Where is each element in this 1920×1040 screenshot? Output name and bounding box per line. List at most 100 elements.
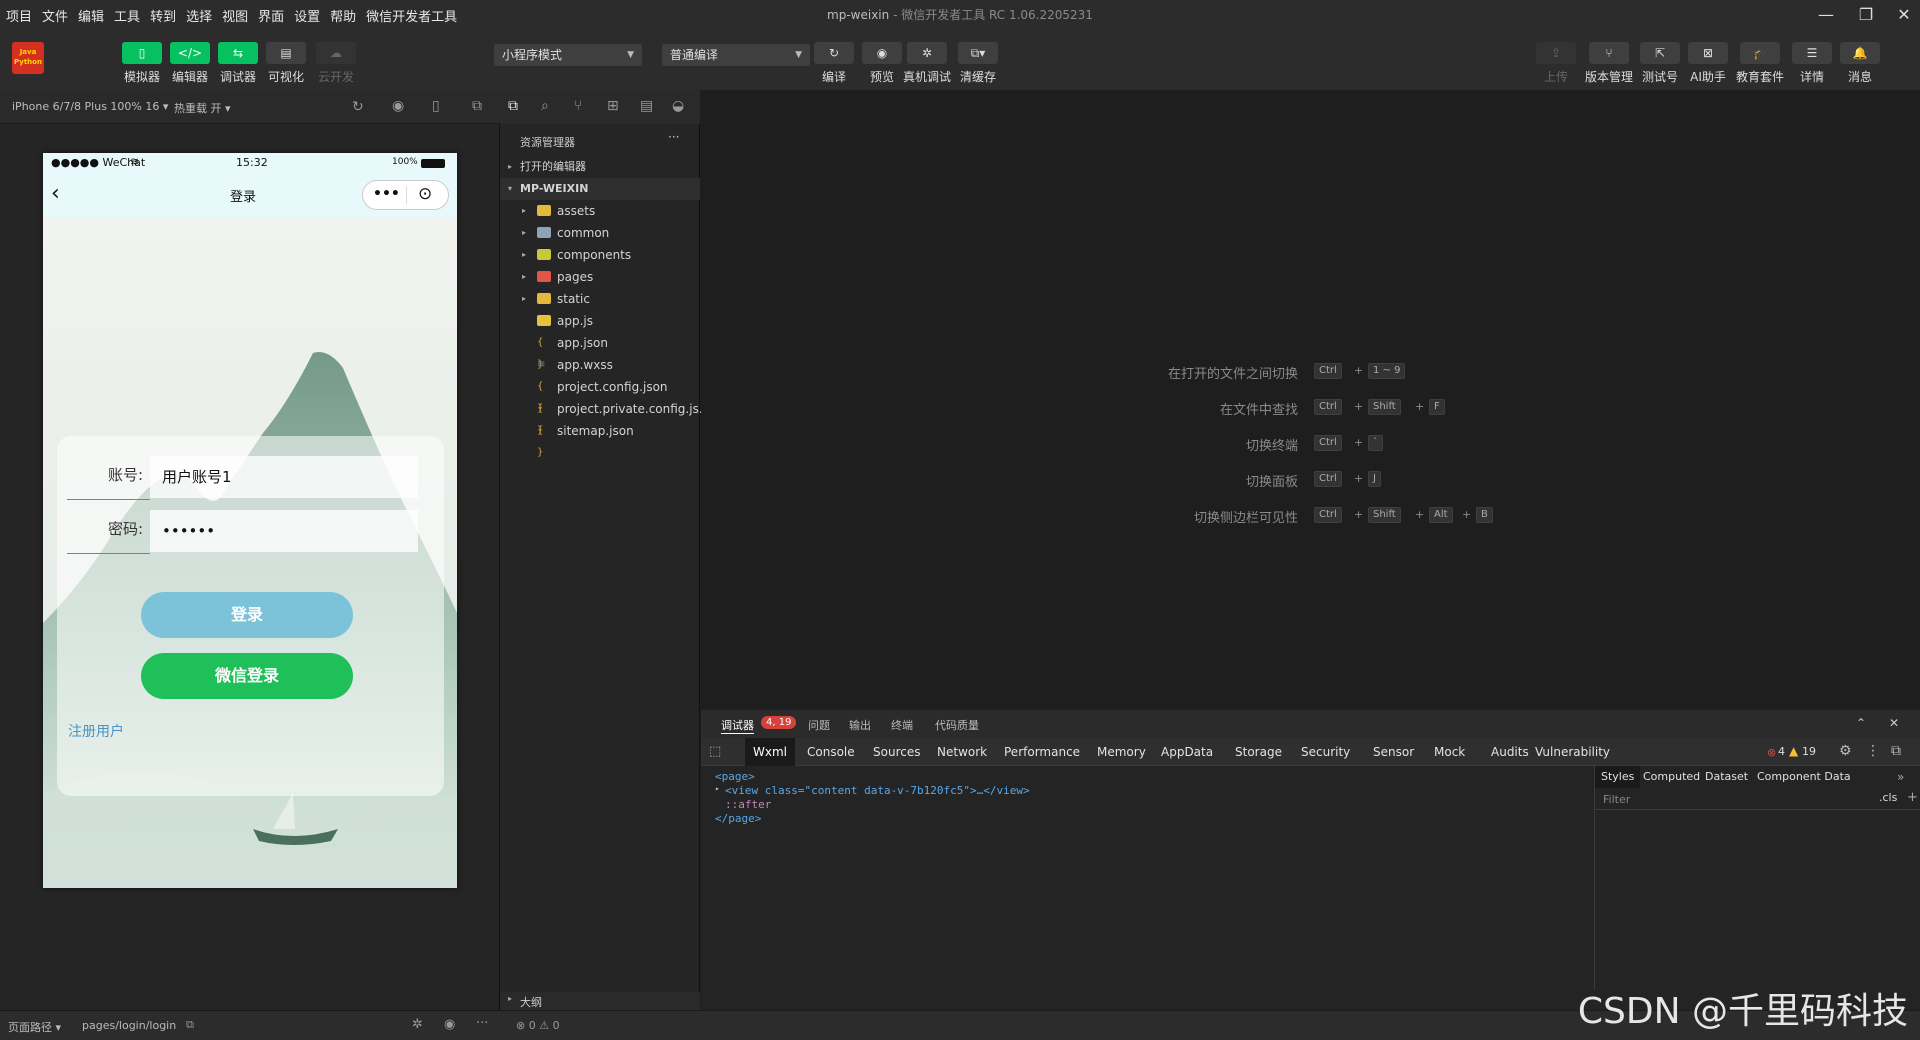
back-icon[interactable]: ‹ <box>51 181 60 206</box>
tree-item-project-config-json[interactable]: { } project.config.json <box>500 376 700 414</box>
menu-item-1[interactable]: 文件 <box>38 6 72 25</box>
menu-item-7[interactable]: 界面 <box>254 6 288 25</box>
panel-tab-2[interactable]: 输出 <box>849 717 871 733</box>
devtools-tab-appdata[interactable]: AppData <box>1153 738 1221 766</box>
menu-item-5[interactable]: 选择 <box>182 6 216 25</box>
outline-section[interactable]: ▸ 大纲 <box>500 992 700 1010</box>
close-panel-icon[interactable]: ✕ <box>1889 716 1899 730</box>
styles-tab-0[interactable]: Styles <box>1595 766 1641 788</box>
panel-tab-1[interactable]: 问题 <box>808 717 830 733</box>
wxml-node-view[interactable]: <view class="content data-v-7b120fc5">…<… <box>725 784 1030 797</box>
toolbar-right-button-1[interactable]: ⑂ 版本管理 <box>1585 42 1633 85</box>
devtools-tab-mock[interactable]: Mock <box>1426 738 1473 766</box>
files-icon[interactable]: ⧉ <box>508 98 518 114</box>
tree-item-common[interactable]: ▸ common <box>500 222 700 244</box>
toolbar-right-button-5[interactable]: ☰ 详情 <box>1792 42 1832 85</box>
styles-tab-1[interactable]: Computed <box>1637 766 1706 788</box>
minimize-button[interactable]: — <box>1806 0 1846 30</box>
toolbar-right-button-3[interactable]: ⊠ AI助手 <box>1688 42 1728 85</box>
more-icon[interactable]: ••• <box>373 186 400 202</box>
popout-icon[interactable]: ⧉ <box>472 98 482 114</box>
storage-icon[interactable]: ▤ <box>640 98 653 114</box>
compile-select[interactable]: 普通编译 ▼ <box>662 44 810 66</box>
tree-item-app-js[interactable]: app.js <box>500 310 700 332</box>
copy-icon[interactable]: ⧉ <box>186 1018 194 1032</box>
menu-item-10[interactable]: 微信开发者工具 <box>362 6 461 25</box>
menu-item-9[interactable]: 帮助 <box>326 6 360 25</box>
devtools-tab-console[interactable]: Console <box>799 738 863 766</box>
toolbar-center-button-2[interactable]: ✲ 真机调试 <box>903 42 951 85</box>
expand-arrow-icon[interactable]: ▸ <box>715 784 720 793</box>
toolbar-left-button-2[interactable]: ⇆ 调试器 <box>218 42 258 85</box>
password-input[interactable]: •••••• <box>150 510 418 552</box>
menu-item-3[interactable]: 工具 <box>110 6 144 25</box>
tree-item-app-json[interactable]: { } app.json <box>500 332 700 370</box>
devtools-tab-security[interactable]: Security <box>1293 738 1358 766</box>
settings-icon[interactable]: ⚙ <box>1839 743 1852 759</box>
eye-icon[interactable]: ◉ <box>444 1017 455 1032</box>
toolbar-left-button-3[interactable]: ▤ 可视化 <box>266 42 306 85</box>
cls-toggle[interactable]: .cls <box>1879 791 1897 804</box>
collapse-panel-icon[interactable]: ⌃ <box>1856 716 1866 730</box>
dock-icon[interactable]: ⧉ <box>1891 743 1901 759</box>
menu-item-2[interactable]: 编辑 <box>74 6 108 25</box>
git-icon[interactable]: ⑂ <box>574 98 582 114</box>
menu-item-8[interactable]: 设置 <box>290 6 324 25</box>
docker-icon[interactable]: ◒ <box>672 98 684 114</box>
devtools-tab-performance[interactable]: Performance <box>996 738 1088 766</box>
toolbar-right-button-0[interactable]: ⇪ 上传 <box>1536 42 1576 85</box>
tree-item-static[interactable]: ▸ static <box>500 288 700 310</box>
search-icon[interactable]: ⌕ <box>541 98 549 114</box>
close-window-button[interactable]: ✕ <box>1884 0 1920 30</box>
devtools-tab-vulnerability[interactable]: Vulnerability <box>1527 738 1618 766</box>
toolbar-right-button-2[interactable]: ⇱ 测试号 <box>1640 42 1680 85</box>
devtools-tab-storage[interactable]: Storage <box>1227 738 1290 766</box>
open-editors-section[interactable]: ▸ 打开的编辑器 <box>500 156 700 178</box>
tree-item-project-private-config-js-[interactable]: { } project.private.config.js... <box>500 398 710 436</box>
close-circle-icon[interactable]: ⊙ <box>418 184 432 204</box>
toolbar-center-button-1[interactable]: ◉ 预览 <box>862 42 902 85</box>
devtools-tab-wxml[interactable]: Wxml <box>745 738 795 766</box>
toolbar-left-button-1[interactable]: </> 编辑器 <box>170 42 210 85</box>
add-style-rule-button[interactable]: + <box>1907 790 1918 805</box>
more-icon[interactable]: ··· <box>476 1016 488 1031</box>
devtools-tab-sources[interactable]: Sources <box>865 738 928 766</box>
bug-icon[interactable]: ✲ <box>412 1017 423 1032</box>
device-select[interactable]: iPhone 6/7/8 Plus 100% 16 ▾ <box>12 100 168 113</box>
hotreload-toggle[interactable]: 热重载 开 ▾ <box>174 100 231 116</box>
panel-tab-0[interactable]: 调试器 <box>721 717 754 734</box>
maximize-button[interactable]: ❐ <box>1846 0 1886 30</box>
tree-item-app-wxss[interactable]: ≋ app.wxss <box>500 354 700 376</box>
toolbar-center-button-0[interactable]: ↻ 编译 <box>814 42 854 85</box>
tree-item-sitemap-json[interactable]: { } sitemap.json <box>500 420 700 458</box>
toolbar-center-button-3[interactable]: ⧉▾ 清缓存 <box>958 42 998 85</box>
panel-tab-4[interactable]: 代码质量 <box>935 717 979 733</box>
styles-tab-3[interactable]: Component Data <box>1751 766 1857 788</box>
wxml-pseudo-after[interactable]: ::after <box>725 798 771 811</box>
login-button[interactable]: 登录 <box>141 592 353 638</box>
more-tabs-icon[interactable]: » <box>1897 770 1904 784</box>
tree-item-components[interactable]: ▸ components <box>500 244 700 266</box>
wxml-node-page[interactable]: <page> <box>715 770 755 783</box>
styles-filter-input[interactable]: Filter <box>1603 793 1630 806</box>
wechat-login-button[interactable]: 微信登录 <box>141 653 353 699</box>
extensions-icon[interactable]: ⊞ <box>607 98 619 114</box>
toolbar-right-button-4[interactable]: 🎓 教育套件 <box>1736 42 1784 85</box>
menu-item-0[interactable]: 项目 <box>2 6 36 25</box>
toolbar-left-button-4[interactable]: ☁ 云开发 <box>316 42 356 85</box>
devtools-tab-sensor[interactable]: Sensor <box>1365 738 1422 766</box>
tree-item-pages[interactable]: ▸ pages <box>500 266 700 288</box>
inspect-icon[interactable]: ⬚ <box>709 744 721 759</box>
menu-item-4[interactable]: 转到 <box>146 6 180 25</box>
account-input[interactable]: 用户账号1 <box>150 456 418 498</box>
project-root[interactable]: ▾ MP-WEIXIN <box>500 178 700 200</box>
stop-icon[interactable]: ◉ <box>392 98 404 114</box>
kebab-icon[interactable]: ⋮ <box>1866 743 1880 759</box>
styles-tab-2[interactable]: Dataset <box>1699 766 1754 788</box>
explorer-more-button[interactable]: ··· <box>668 130 679 144</box>
tree-item-assets[interactable]: ▸ assets <box>500 200 700 222</box>
refresh-icon[interactable]: ↻ <box>352 99 364 115</box>
page-path-label[interactable]: 页面路径 ▾ <box>8 1019 61 1035</box>
devtools-tab-network[interactable]: Network <box>929 738 995 766</box>
panel-tab-3[interactable]: 终端 <box>891 717 913 733</box>
